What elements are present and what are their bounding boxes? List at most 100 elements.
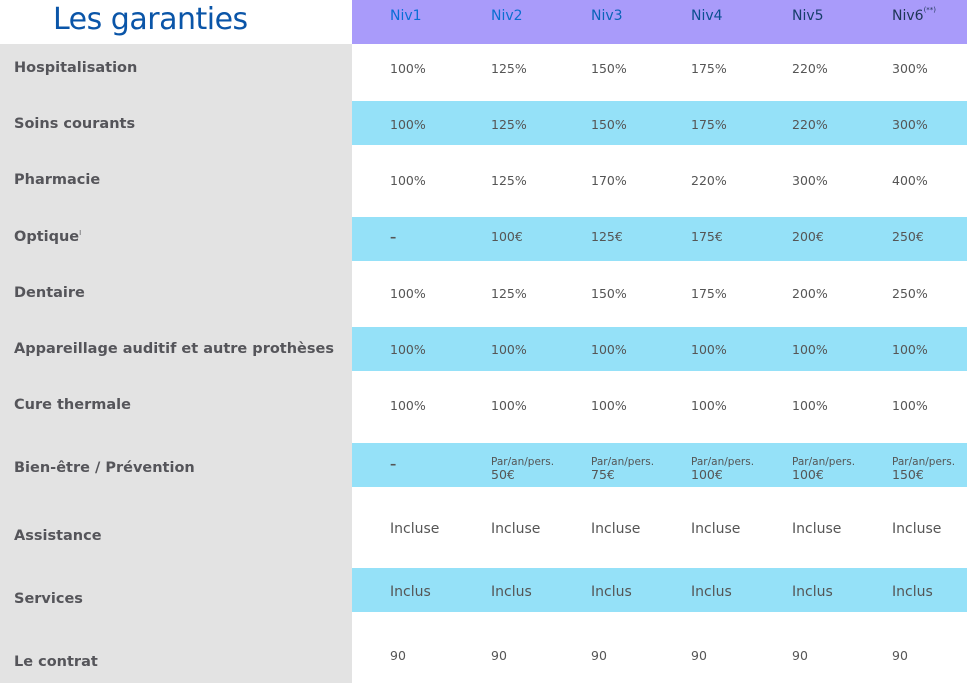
table-cell: 150% bbox=[591, 61, 627, 76]
table-row bbox=[352, 217, 967, 261]
row-label: Hospitalisation bbox=[14, 60, 137, 76]
table-cell: 170% bbox=[591, 173, 627, 188]
column-header-niv2: Niv2 bbox=[491, 8, 523, 24]
row-label: Appareillage auditif et autre prothèses bbox=[14, 341, 334, 357]
footnote-marker: I bbox=[79, 229, 82, 238]
table-cell: Par/an/pers. 75€ bbox=[591, 456, 654, 481]
table-cell: – bbox=[390, 456, 397, 471]
footnote-marker: (**) bbox=[923, 6, 937, 14]
table-row bbox=[352, 612, 967, 683]
column-header-label: Niv6 bbox=[892, 8, 924, 24]
table-cell: 125% bbox=[491, 173, 527, 188]
row-label-text: Le contrat bbox=[14, 654, 98, 670]
row-label: Assistance bbox=[14, 528, 102, 544]
table-cell: Inclus bbox=[691, 584, 732, 600]
table-cell: Inclus bbox=[390, 584, 431, 600]
table-cell: 100€ bbox=[491, 229, 523, 244]
table-cell: Incluse bbox=[691, 521, 741, 537]
column-header-niv1: Niv1 bbox=[390, 8, 422, 24]
table-cell: Incluse bbox=[591, 521, 641, 537]
table-cell: 150% bbox=[591, 286, 627, 301]
table-cell: 90 bbox=[591, 648, 607, 663]
row-label-text: Pharmacie bbox=[14, 172, 101, 188]
table-row bbox=[352, 327, 967, 371]
cell-amount: 50€ bbox=[491, 467, 515, 482]
table-cell: Incluse bbox=[792, 521, 842, 537]
column-header-niv5: Niv5 bbox=[792, 8, 824, 24]
cell-amount: 75€ bbox=[591, 467, 615, 482]
table-cell: 100% bbox=[691, 342, 727, 357]
table-cell: 100% bbox=[591, 398, 627, 413]
table-cell: – bbox=[390, 229, 397, 244]
cell-amount: 100€ bbox=[792, 467, 824, 482]
table-cell: 175€ bbox=[691, 229, 723, 244]
table-cell: 200% bbox=[792, 286, 828, 301]
table-cell: 100% bbox=[390, 286, 426, 301]
table-cell: 300% bbox=[792, 173, 828, 188]
column-header-niv3: Niv3 bbox=[591, 8, 623, 24]
row-label: Services bbox=[14, 591, 83, 607]
table-cell: 220% bbox=[792, 117, 828, 132]
table-cell: 90 bbox=[892, 648, 908, 663]
row-label-text: Services bbox=[14, 591, 83, 607]
table-cell: 100% bbox=[390, 117, 426, 132]
table-row bbox=[352, 44, 967, 101]
table-cell: Par/an/pers. 50€ bbox=[491, 456, 554, 481]
table-cell: 175% bbox=[691, 286, 727, 301]
table-cell: 150% bbox=[591, 117, 627, 132]
table-cell: Incluse bbox=[892, 521, 942, 537]
table-cell: 125% bbox=[491, 117, 527, 132]
row-label-text: Hospitalisation bbox=[14, 60, 138, 76]
table-cell: 100% bbox=[892, 342, 928, 357]
table-cell: 100% bbox=[691, 398, 727, 413]
table-cell: 90 bbox=[792, 648, 808, 663]
table-header bbox=[352, 0, 967, 44]
table-cell: Par/an/pers. 150€ bbox=[892, 456, 955, 481]
row-label-text: Soins courants bbox=[14, 116, 136, 132]
row-label-text: Bien-être / Prévention bbox=[14, 460, 195, 476]
row-label: Le contrat bbox=[14, 654, 98, 670]
table-cell: 100% bbox=[591, 342, 627, 357]
table-cell: Inclus bbox=[591, 584, 632, 600]
table-cell: 90 bbox=[491, 648, 507, 663]
table-cell: 100% bbox=[792, 398, 828, 413]
table-cell: 250% bbox=[892, 286, 928, 301]
table-cell: 100% bbox=[390, 398, 426, 413]
table-row bbox=[352, 487, 967, 568]
row-label-text: Cure thermale bbox=[14, 397, 131, 413]
row-label: Dentaire bbox=[14, 285, 85, 301]
cell-amount: 150€ bbox=[892, 467, 924, 482]
column-header-label: Niv1 bbox=[390, 8, 422, 24]
table-cell: 100% bbox=[792, 342, 828, 357]
table-cell: 300% bbox=[892, 117, 928, 132]
label-column bbox=[0, 44, 352, 683]
row-label-text: Dentaire bbox=[14, 285, 85, 301]
table-cell: Inclus bbox=[792, 584, 833, 600]
row-label: OptiqueI bbox=[14, 229, 81, 245]
table-cell: 125% bbox=[491, 286, 527, 301]
table-cell: Par/an/pers. 100€ bbox=[691, 456, 754, 481]
table-row bbox=[352, 568, 967, 612]
row-label: Soins courants bbox=[14, 116, 135, 132]
row-label: Cure thermale bbox=[14, 397, 131, 413]
table-row bbox=[352, 371, 967, 443]
table-cell: Incluse bbox=[390, 521, 440, 537]
table-cell: 220% bbox=[691, 173, 727, 188]
table-cell: 125€ bbox=[591, 229, 623, 244]
column-header-label: Niv5 bbox=[792, 8, 824, 24]
table-cell: 100% bbox=[390, 61, 426, 76]
table-cell: 400% bbox=[892, 173, 928, 188]
row-label-text: Appareillage auditif et autre prothèses bbox=[14, 341, 334, 357]
table-row bbox=[352, 261, 967, 327]
row-label: Pharmacie bbox=[14, 172, 100, 188]
table-row bbox=[352, 443, 967, 487]
row-label-text: Optique bbox=[14, 229, 80, 245]
table-cell: 220% bbox=[792, 61, 828, 76]
table-cell: 100% bbox=[491, 398, 527, 413]
table-cell: 175% bbox=[691, 61, 727, 76]
cell-amount: 100€ bbox=[691, 467, 723, 482]
table-cell: 300% bbox=[892, 61, 928, 76]
table-cell: Inclus bbox=[491, 584, 532, 600]
column-header-label: Niv3 bbox=[591, 8, 623, 24]
table-cell: 175% bbox=[691, 117, 727, 132]
